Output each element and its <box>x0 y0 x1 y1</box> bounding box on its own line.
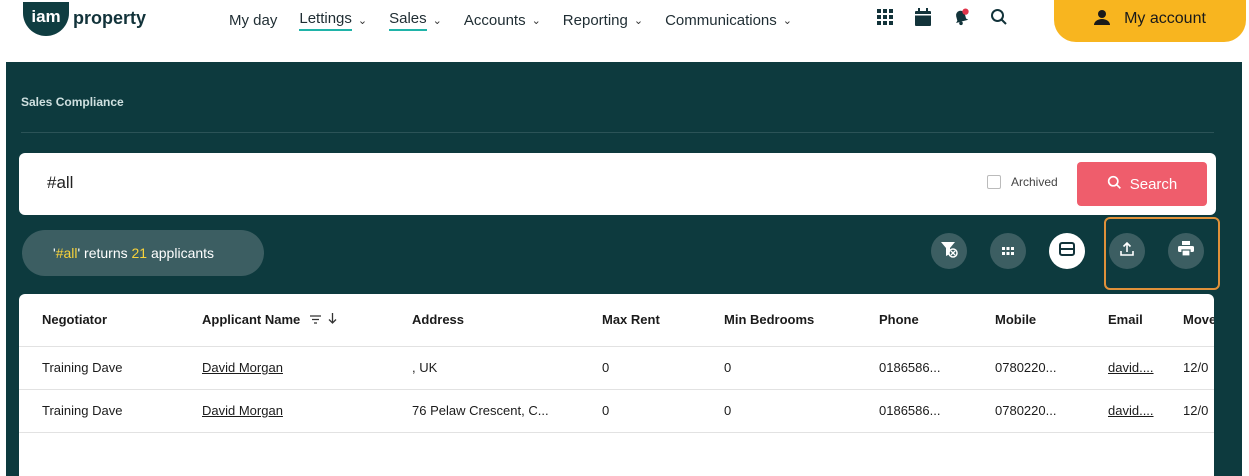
search-icon[interactable] <box>990 6 1008 28</box>
result-count: 21 <box>131 245 148 261</box>
nav-label: Accounts <box>463 12 526 29</box>
highlight-box <box>1104 217 1220 290</box>
email-link[interactable]: david.... <box>1108 403 1154 418</box>
chevron-down-icon: ⌄ <box>432 15 442 27</box>
table-header-row: Negotiator Applicant Name Address Max Re… <box>19 294 1214 347</box>
cell-negotiator: Training Dave <box>19 346 179 390</box>
table-row[interactable]: Training Dave David Morgan , UK 0 0 0186… <box>19 346 1214 390</box>
sales-compliance-panel: Sales Compliance Archived Search '#all' … <box>6 62 1242 476</box>
logo-badge: iam <box>23 2 69 36</box>
apps-grid-icon[interactable] <box>876 6 894 28</box>
col-max-rent[interactable]: Max Rent <box>579 294 701 347</box>
nav-label: My day <box>229 12 278 29</box>
header-icons <box>876 6 1008 28</box>
archived-checkbox[interactable]: Archived <box>987 175 1058 189</box>
cell-email: david.... <box>1085 389 1183 433</box>
logo-text: property <box>73 7 147 28</box>
cell-move: 12/0 <box>1183 389 1214 433</box>
grid-view-button[interactable] <box>990 233 1026 269</box>
chevron-down-icon: ⌄ <box>357 15 368 27</box>
cell-applicant-name: David Morgan <box>179 389 389 433</box>
nav-accounts[interactable]: Accounts ⌄ <box>464 10 541 31</box>
nav-reporting[interactable]: Reporting ⌄ <box>563 10 643 31</box>
email-link[interactable]: david.... <box>1108 360 1154 375</box>
user-icon <box>1094 9 1111 30</box>
col-negotiator[interactable]: Negotiator <box>19 294 179 347</box>
table-row[interactable]: Training Dave David Morgan 76 Pelaw Cres… <box>19 389 1214 433</box>
search-term: #all <box>55 245 78 261</box>
nav-label: Sales <box>389 10 427 31</box>
cell-mobile: 0780220... <box>972 389 1085 433</box>
main-nav: My day Lettings ⌄ Sales ⌄ Accounts ⌄ Rep… <box>229 10 792 31</box>
nav-sales[interactable]: Sales ⌄ <box>389 10 442 31</box>
col-applicant-name-label: Applicant Name <box>202 312 301 328</box>
search-icon <box>1107 175 1122 194</box>
cell-phone: 0186586... <box>856 346 972 390</box>
checkbox-box[interactable] <box>987 175 1001 189</box>
iam-property-logo[interactable]: iam property <box>23 0 146 40</box>
cell-negotiator: Training Dave <box>19 389 179 433</box>
cell-mobile: 0780220... <box>972 346 1085 390</box>
col-phone[interactable]: Phone <box>856 294 972 347</box>
cell-move: 12/0 <box>1183 346 1214 390</box>
cell-min-bedrooms: 0 <box>701 346 856 390</box>
cell-max-rent: 0 <box>579 389 701 433</box>
cell-address: , UK <box>389 346 579 390</box>
nav-my-day[interactable]: My day <box>229 10 277 31</box>
cell-applicant-name: David Morgan <box>179 346 389 390</box>
chevron-down-icon: ⌄ <box>531 15 541 27</box>
search-input[interactable] <box>47 173 547 193</box>
archived-label: Archived <box>1011 175 1058 189</box>
cell-min-bedrooms: 0 <box>701 389 856 433</box>
applicants-text: applicants <box>147 245 215 261</box>
list-view-icon <box>1059 241 1075 261</box>
my-account-label: My account <box>1124 10 1206 27</box>
nav-label: Reporting <box>562 12 628 29</box>
col-mobile[interactable]: Mobile <box>972 294 1085 347</box>
returns-text: ' returns <box>77 245 132 261</box>
grid-view-icon <box>1002 242 1014 260</box>
results-summary-pill: ' #all ' returns 21 applicants <box>22 230 264 276</box>
col-applicant-name[interactable]: Applicant Name <box>179 294 389 347</box>
sort-down-icon[interactable] <box>328 312 337 327</box>
cell-address: 76 Pelaw Crescent, C... <box>389 389 579 433</box>
filter-icon[interactable] <box>309 312 325 327</box>
clear-filter-button[interactable] <box>931 233 967 269</box>
clear-filter-icon <box>940 240 958 263</box>
applicant-name-link[interactable]: David Morgan <box>202 403 283 418</box>
cell-max-rent: 0 <box>579 346 701 390</box>
applicant-name-link[interactable]: David Morgan <box>202 360 283 375</box>
search-button-label: Search <box>1129 175 1178 193</box>
applicants-table: Negotiator Applicant Name Address Max Re… <box>19 294 1214 476</box>
nav-label: Lettings <box>299 10 352 31</box>
chevron-down-icon: ⌄ <box>782 15 792 27</box>
notification-bell-icon[interactable] <box>952 6 970 28</box>
nav-label: Communications <box>665 12 777 29</box>
col-min-bedrooms[interactable]: Min Bedrooms <box>701 294 856 347</box>
nav-communications[interactable]: Communications ⌄ <box>665 10 792 31</box>
list-view-button[interactable] <box>1049 233 1085 269</box>
page-title: Sales Compliance <box>21 95 124 109</box>
my-account-button[interactable]: My account <box>1054 0 1246 42</box>
search-bar: Archived Search <box>19 153 1216 215</box>
col-address[interactable]: Address <box>389 294 579 347</box>
chevron-down-icon: ⌄ <box>633 15 644 27</box>
search-button[interactable]: Search <box>1077 162 1207 206</box>
divider <box>21 132 1214 133</box>
top-navigation-bar: iam property My day Lettings ⌄ Sales ⌄ A… <box>0 0 1249 62</box>
cell-phone: 0186586... <box>856 389 972 433</box>
col-email[interactable]: Email <box>1085 294 1183 347</box>
cell-email: david.... <box>1085 346 1183 390</box>
nav-lettings[interactable]: Lettings ⌄ <box>299 10 367 31</box>
calendar-icon[interactable] <box>914 6 932 28</box>
col-move[interactable]: Move <box>1183 294 1214 347</box>
